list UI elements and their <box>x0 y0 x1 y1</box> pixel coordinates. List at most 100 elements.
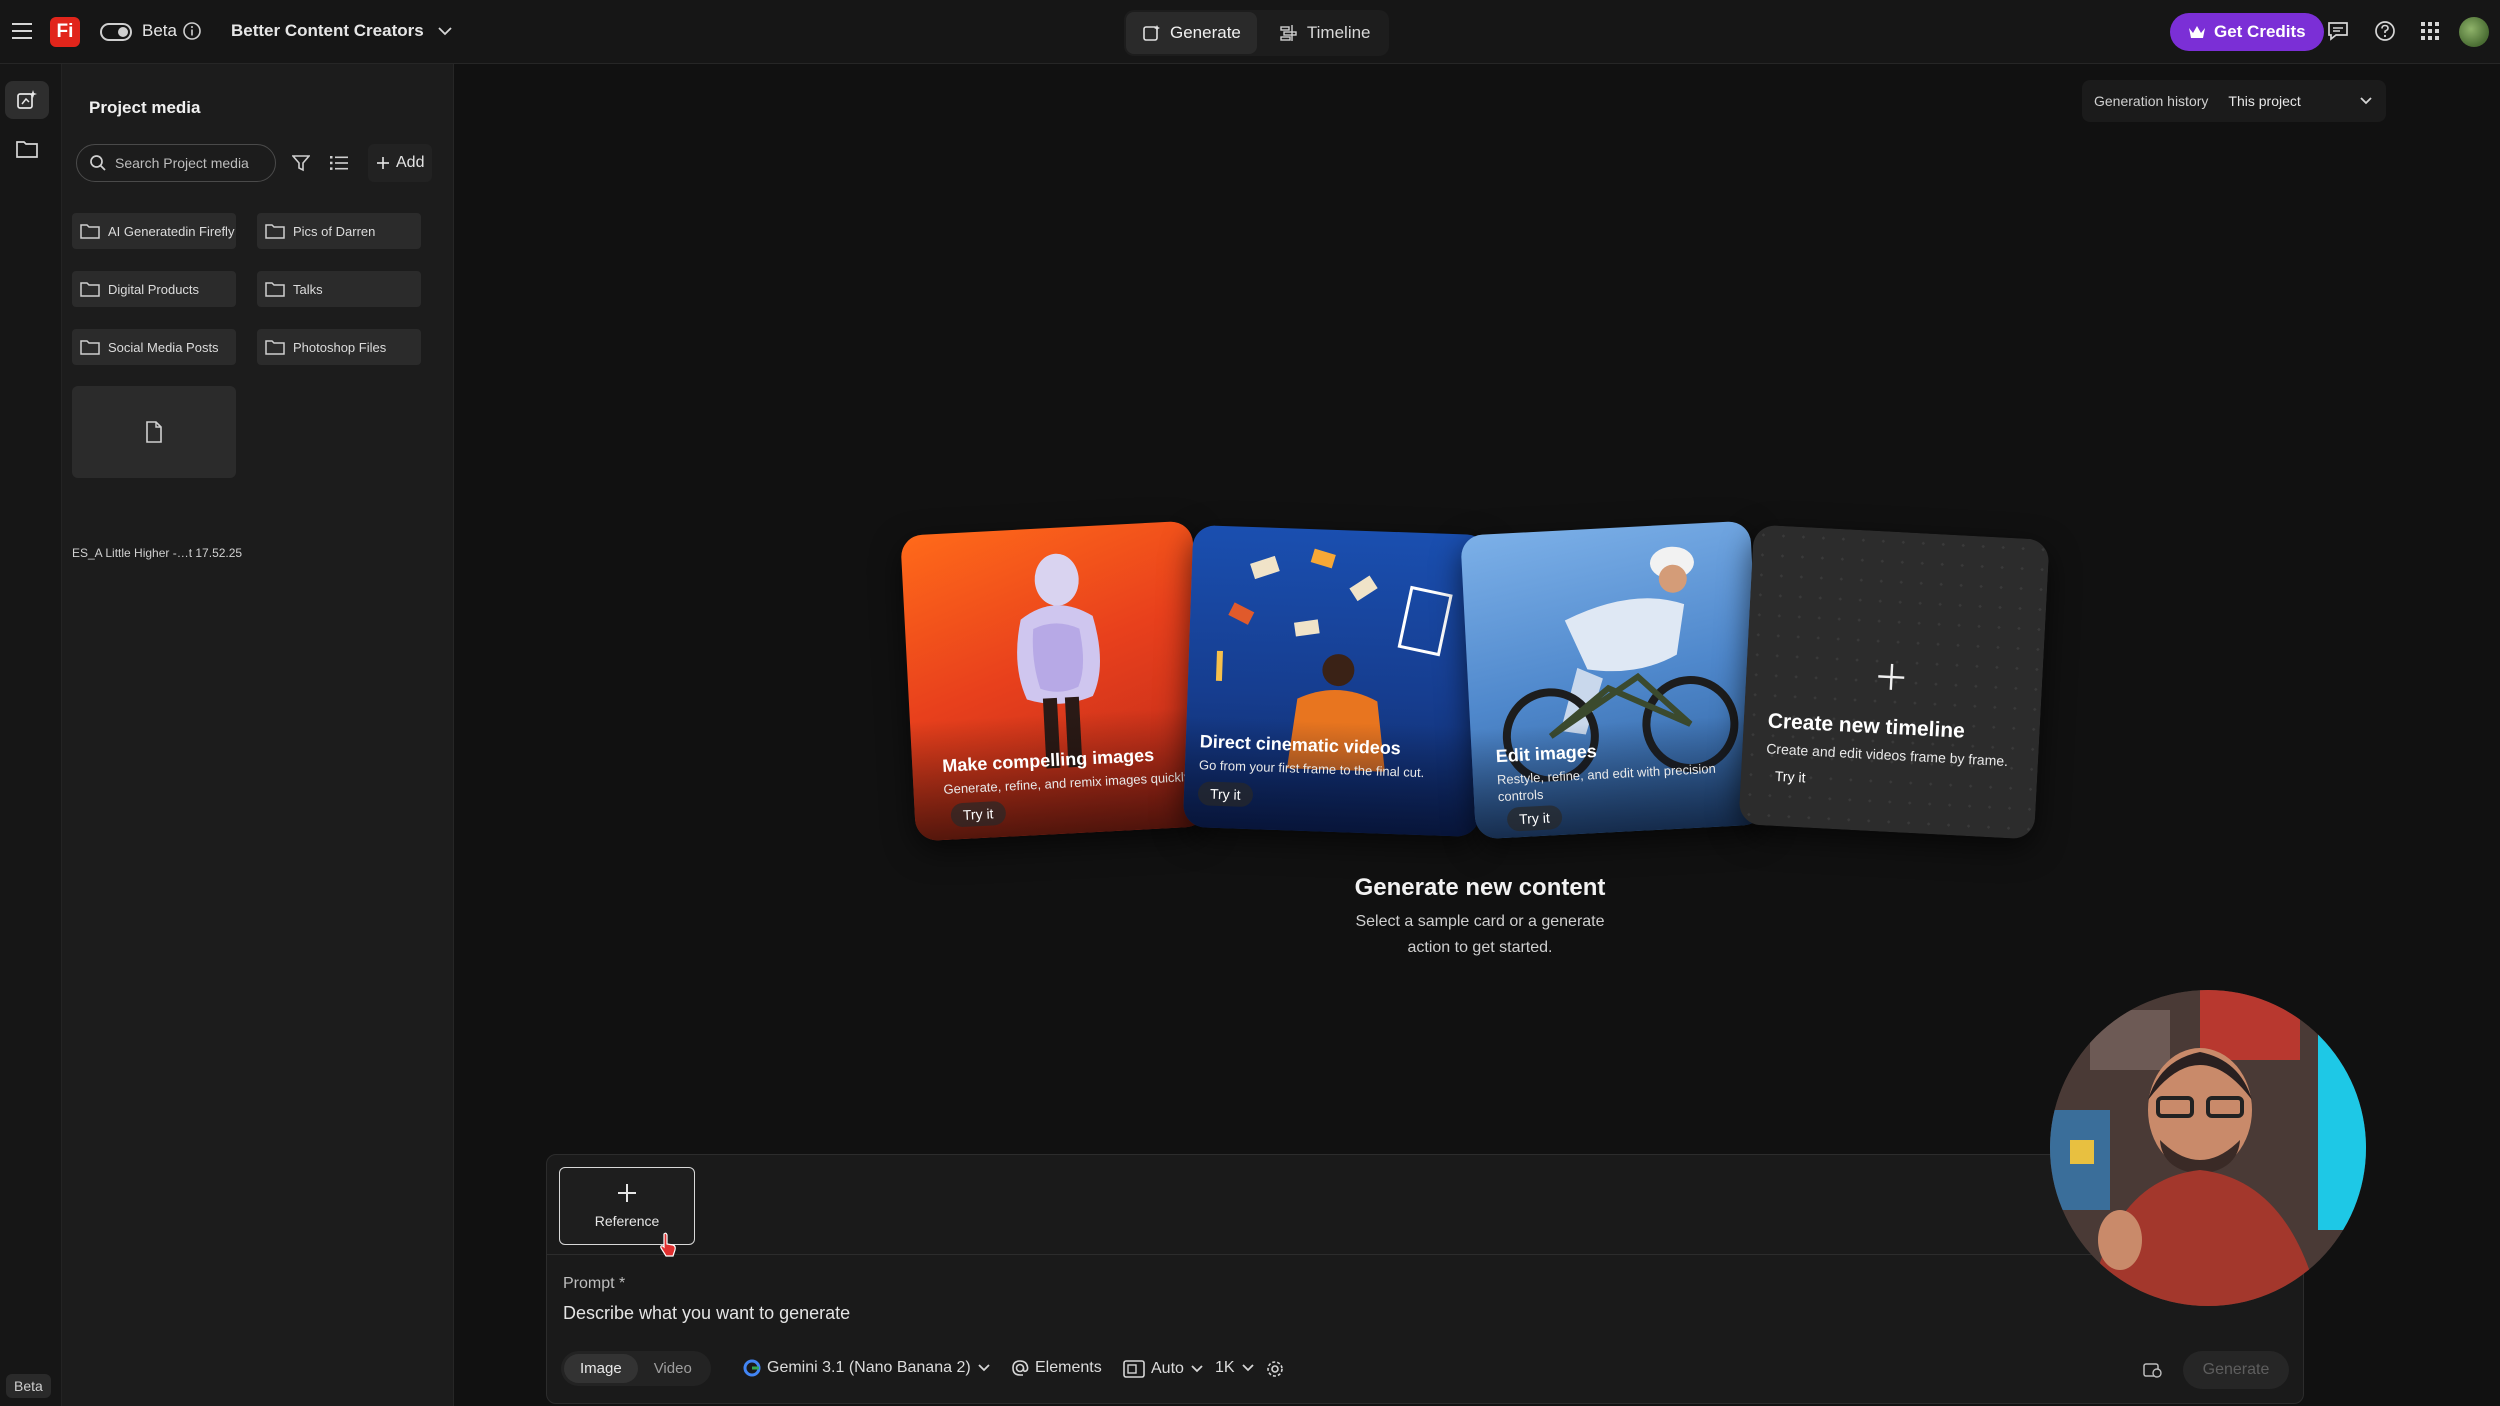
info-icon[interactable] <box>182 21 202 41</box>
empty-state-line2: action to get started. <box>1407 939 1553 956</box>
crown-icon <box>2188 24 2206 40</box>
folder-icon <box>265 223 285 239</box>
rail-generate-button[interactable] <box>5 81 49 119</box>
top-bar: Fi Beta Better Content Creators Generate… <box>0 0 2500 64</box>
empty-state-title: Generate new content <box>1354 874 1606 901</box>
folder-label: Social Media Posts <box>108 339 219 355</box>
file-thumbnail[interactable] <box>72 386 236 478</box>
folder-label: Photoshop Files <box>293 339 387 355</box>
try-it-button[interactable]: Try it <box>950 800 1007 828</box>
folder-item[interactable]: Photoshop Files <box>257 329 421 365</box>
folder-label: Talks <box>293 281 323 297</box>
empty-state-line1: Select a sample card or a generate <box>1355 913 1605 930</box>
list-view-icon[interactable] <box>330 155 348 171</box>
folder-icon <box>80 281 100 297</box>
project-name[interactable]: Better Content Creators <box>231 21 424 41</box>
get-credits-label: Get Credits <box>2214 22 2306 41</box>
add-media-button[interactable]: Add <box>368 144 433 182</box>
tab-timeline[interactable]: Timeline <box>1263 12 1387 54</box>
aspect-ratio-icon <box>1123 1359 1145 1379</box>
try-it-button[interactable]: Try it <box>1762 763 1818 790</box>
chevron-down-icon <box>1190 1362 1204 1376</box>
project-chevron-down-icon[interactable] <box>436 22 454 40</box>
search-input[interactable]: Search Project media <box>76 144 276 182</box>
folder-icon <box>80 339 100 355</box>
prompt-input[interactable]: Describe what you want to generate <box>563 1303 2263 1324</box>
folder-item[interactable]: Talks <box>257 271 421 307</box>
user-avatar[interactable] <box>2459 17 2489 47</box>
folder-label: AI Generatedin Firefly <box>108 223 235 239</box>
app-logo[interactable]: Fi <box>50 17 80 47</box>
search-icon <box>89 154 107 172</box>
folder-item[interactable]: AI Generatedin Firefly <box>72 213 236 249</box>
add-label: Add <box>396 154 425 171</box>
tab-video[interactable]: Video <box>638 1354 708 1383</box>
card-title: Create new timeline <box>1767 709 1966 743</box>
elements-label: Elements <box>1035 1359 1102 1376</box>
card-create-timeline[interactable]: Create new timeline Create and edit vide… <box>1738 524 2050 840</box>
folder-label: Digital Products <box>108 281 200 297</box>
try-it-button[interactable]: Try it <box>1197 781 1253 808</box>
panel-title: Project media <box>89 98 201 117</box>
folder-icon <box>80 223 100 239</box>
hamburger-icon[interactable] <box>12 22 32 40</box>
help-icon[interactable] <box>2374 20 2396 42</box>
plus-icon <box>376 156 390 170</box>
history-label: Generation history <box>2094 93 2209 109</box>
folder-item[interactable]: Pics of Darren <box>257 213 421 249</box>
beta-toggle[interactable] <box>100 23 132 41</box>
beta-label: Beta <box>142 21 177 40</box>
folder-icon <box>265 339 285 355</box>
prompt-panel: Reference Prompt * Describe what you wan… <box>546 1154 2304 1404</box>
folder-icon <box>265 281 285 297</box>
history-value: This project <box>2228 93 2301 109</box>
media-type-tabs: Image Video <box>561 1351 711 1386</box>
settings-gear-icon[interactable] <box>1265 1359 1285 1379</box>
try-it-button[interactable]: Try it <box>1506 804 1563 832</box>
get-credits-button[interactable]: Get Credits <box>2170 13 2324 51</box>
model-select[interactable]: Gemini 3.1 (Nano Banana 2) <box>743 1359 991 1377</box>
aspect-label: Auto <box>1151 1360 1184 1377</box>
generate-icon <box>1142 23 1162 43</box>
filter-icon[interactable] <box>292 154 310 172</box>
mode-switcher: Generate Timeline <box>1124 10 1389 56</box>
beta-badge: Beta <box>6 1374 51 1398</box>
folder-item[interactable]: Digital Products <box>72 271 236 307</box>
rail-folder-button[interactable] <box>5 130 49 168</box>
plus-icon <box>617 1183 637 1203</box>
divider <box>547 1254 2303 1255</box>
image-credits-icon[interactable] <box>2143 1361 2163 1379</box>
google-icon <box>743 1359 761 1377</box>
card-edit-images[interactable]: Edit images Restyle, refine, and edit wi… <box>1460 520 1766 840</box>
reference-label: Reference <box>594 1213 660 1229</box>
card-make-images[interactable]: Make compelling images Generate, refine,… <box>900 520 1208 842</box>
resolution-label: 1K <box>1215 1359 1235 1376</box>
webcam-overlay <box>2050 990 2366 1306</box>
chevron-down-icon <box>2358 93 2374 109</box>
apps-grid-icon[interactable] <box>2420 21 2440 41</box>
tab-generate-label: Generate <box>1170 23 1241 42</box>
generate-button[interactable]: Generate <box>2183 1351 2289 1389</box>
resolution-select[interactable]: 1K <box>1215 1359 1255 1377</box>
tab-generate[interactable]: Generate <box>1126 12 1257 54</box>
search-placeholder: Search Project media <box>115 155 249 171</box>
chevron-down-icon <box>977 1361 991 1375</box>
sparkle-edit-icon <box>15 88 39 112</box>
aspect-ratio-select[interactable]: Auto <box>1123 1359 1204 1379</box>
folder-label: Pics of Darren <box>293 223 376 239</box>
mouse-cursor-icon <box>658 1232 678 1258</box>
tab-image[interactable]: Image <box>564 1354 638 1383</box>
elements-button[interactable]: Elements <box>1011 1359 1102 1377</box>
chevron-down-icon <box>1241 1361 1255 1375</box>
chat-icon[interactable] <box>2326 20 2350 42</box>
model-label: Gemini 3.1 (Nano Banana 2) <box>767 1359 971 1376</box>
tab-timeline-label: Timeline <box>1306 23 1371 42</box>
generation-history-select[interactable]: Generation history This project <box>2082 80 2386 122</box>
project-media-panel: Project media Search Project media Add A… <box>62 64 454 1406</box>
at-sign-icon <box>1011 1359 1029 1377</box>
document-icon <box>145 421 163 443</box>
card-cinematic-videos[interactable]: Direct cinematic videos Go from your fir… <box>1182 524 1490 838</box>
folder-item[interactable]: Social Media Posts <box>72 329 236 365</box>
folder-icon <box>15 139 39 159</box>
prompt-label: Prompt * <box>563 1275 626 1292</box>
